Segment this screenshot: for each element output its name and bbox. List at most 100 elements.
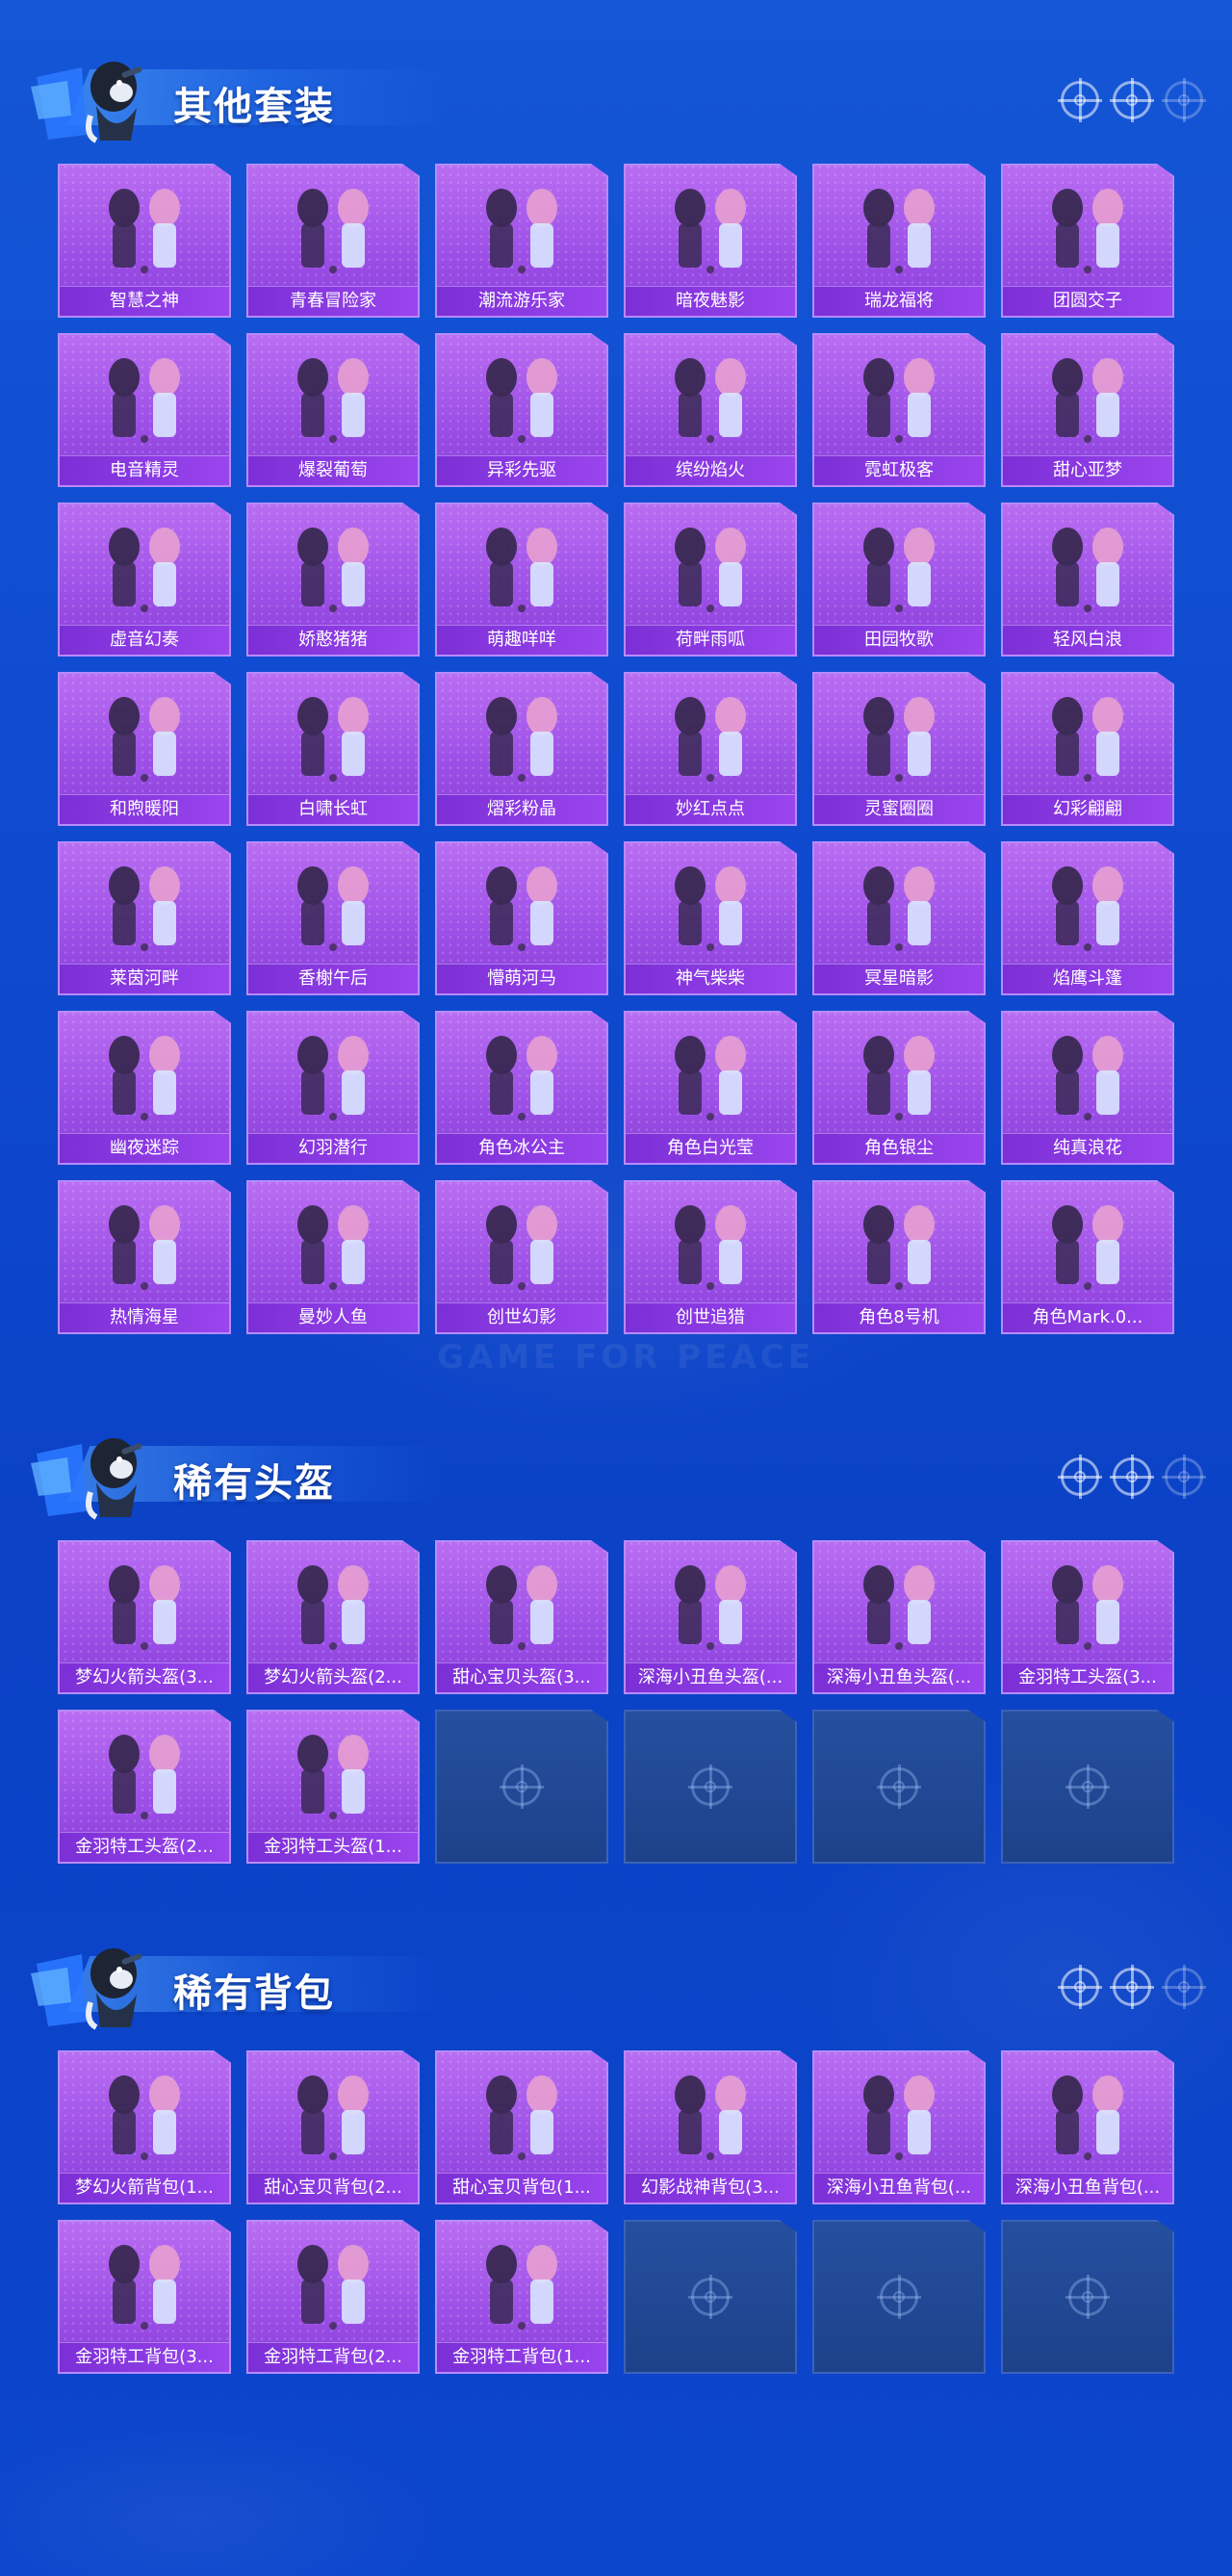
item-card[interactable]: 冥星暗影 xyxy=(812,841,986,995)
crosshair-icon xyxy=(1110,1455,1154,1499)
item-card[interactable]: 娇憨猪猪 xyxy=(246,502,420,657)
item-image xyxy=(91,1020,197,1126)
item-label: 角色8号机 xyxy=(814,1302,984,1332)
item-card[interactable]: 幻影战神背包(3... xyxy=(624,2050,797,2204)
item-card[interactable]: 角色8号机 xyxy=(812,1180,986,1334)
item-card[interactable]: 田园牧歌 xyxy=(812,502,986,657)
item-card[interactable]: 霓虹极客 xyxy=(812,333,986,487)
item-card[interactable]: 爆裂葡萄 xyxy=(246,333,420,487)
item-card[interactable]: 神气柴柴 xyxy=(624,841,797,995)
item-card[interactable]: 角色白光莹 xyxy=(624,1011,797,1165)
item-card[interactable]: 曼妙人鱼 xyxy=(246,1180,420,1334)
item-card[interactable]: 焰鹰斗篷 xyxy=(1001,841,1174,995)
item-card[interactable]: 深海小丑鱼头盔(... xyxy=(624,1540,797,1694)
item-card[interactable]: 纯真浪花 xyxy=(1001,1011,1174,1165)
item-card[interactable]: 智慧之神 xyxy=(58,164,231,318)
item-card[interactable]: 金羽特工背包(3... xyxy=(58,2220,231,2374)
item-card[interactable]: 深海小丑鱼背包(... xyxy=(1001,2050,1174,2204)
item-card[interactable]: 幻羽潜行 xyxy=(246,1011,420,1165)
item-card[interactable]: 金羽特工背包(2... xyxy=(246,2220,420,2374)
item-card[interactable]: 瑞龙福将 xyxy=(812,164,986,318)
item-card[interactable]: 甜心亚梦 xyxy=(1001,333,1174,487)
item-grid: 智慧之神 青春冒险家 潮流游乐家 暗夜魅影 瑞龙福将 团圆交子 电音精灵 爆裂葡… xyxy=(58,164,1174,1334)
item-card[interactable]: 金羽特工头盔(2... xyxy=(58,1710,231,1864)
item-card[interactable]: 灵蜜圈圈 xyxy=(812,672,986,826)
item-label: 瑞龙福将 xyxy=(814,286,984,316)
crosshair-icon xyxy=(1058,1455,1102,1499)
item-label: 白啸长虹 xyxy=(248,794,418,824)
item-card[interactable]: 角色Mark.0... xyxy=(1001,1180,1174,1334)
item-card[interactable]: 熠彩粉晶 xyxy=(435,672,608,826)
item-card[interactable]: 金羽特工头盔(1... xyxy=(246,1710,420,1864)
item-card[interactable]: 深海小丑鱼头盔(... xyxy=(812,1540,986,1694)
item-label: 荷畔雨呱 xyxy=(626,625,795,655)
item-image xyxy=(657,173,763,279)
item-card[interactable]: 潮流游乐家 xyxy=(435,164,608,318)
item-label: 爆裂葡萄 xyxy=(248,455,418,485)
item-card[interactable]: 和煦暖阳 xyxy=(58,672,231,826)
item-card[interactable]: 创世追猎 xyxy=(624,1180,797,1334)
item-card[interactable]: 电音精灵 xyxy=(58,333,231,487)
item-card[interactable]: 甜心宝贝头盔(3... xyxy=(435,1540,608,1694)
item-image xyxy=(91,1190,197,1296)
item-card[interactable]: 角色冰公主 xyxy=(435,1011,608,1165)
item-card[interactable]: 梦幻火箭头盔(2... xyxy=(246,1540,420,1694)
item-card[interactable]: 幽夜迷踪 xyxy=(58,1011,231,1165)
item-label: 纯真浪花 xyxy=(1003,1133,1172,1163)
item-label: 甜心宝贝头盔(3... xyxy=(437,1662,606,1692)
item-label: 金羽特工背包(2... xyxy=(248,2342,418,2372)
item-card[interactable]: 甜心宝贝背包(1... xyxy=(435,2050,608,2204)
item-label: 角色冰公主 xyxy=(437,1133,606,1163)
item-card[interactable]: 暗夜魅影 xyxy=(624,164,797,318)
item-card[interactable]: 懵萌河马 xyxy=(435,841,608,995)
item-card[interactable]: 妙红点点 xyxy=(624,672,797,826)
item-card[interactable]: 梦幻火箭头盔(3... xyxy=(58,1540,231,1694)
item-grid: 梦幻火箭背包(1... 甜心宝贝背包(2... 甜心宝贝背包(1... 幻影战神… xyxy=(58,2050,1174,2374)
item-card[interactable]: 缤纷焰火 xyxy=(624,333,797,487)
item-card[interactable]: 轻风白浪 xyxy=(1001,502,1174,657)
item-image xyxy=(657,1190,763,1296)
item-image xyxy=(846,851,952,957)
item-image xyxy=(469,682,575,787)
item-card[interactable]: 青春冒险家 xyxy=(246,164,420,318)
item-image xyxy=(1035,851,1141,957)
item-card[interactable]: 创世幻影 xyxy=(435,1180,608,1334)
item-card[interactable]: 白啸长虹 xyxy=(246,672,420,826)
crosshair-icon xyxy=(877,2275,921,2319)
item-card[interactable]: 团圆交子 xyxy=(1001,164,1174,318)
section-title: 稀有头盔 xyxy=(173,1461,335,1506)
empty-slot xyxy=(1001,2220,1174,2374)
item-card[interactable]: 热情海星 xyxy=(58,1180,231,1334)
item-card[interactable]: 幻彩翩翩 xyxy=(1001,672,1174,826)
empty-slot xyxy=(624,2220,797,2374)
item-card[interactable]: 梦幻火箭背包(1... xyxy=(58,2050,231,2204)
item-card[interactable]: 甜心宝贝背包(2... xyxy=(246,2050,420,2204)
item-card[interactable]: 异彩先驱 xyxy=(435,333,608,487)
item-image xyxy=(469,173,575,279)
empty-slot xyxy=(435,1710,608,1864)
item-image xyxy=(91,1550,197,1656)
watermark: GAME FOR PEACE xyxy=(437,1338,814,1377)
item-label: 电音精灵 xyxy=(60,455,229,485)
item-card[interactable]: 荷畔雨呱 xyxy=(624,502,797,657)
item-card[interactable]: 莱茵河畔 xyxy=(58,841,231,995)
item-image xyxy=(280,1190,386,1296)
item-card[interactable]: 角色银尘 xyxy=(812,1011,986,1165)
item-card[interactable]: 深海小丑鱼背包(... xyxy=(812,2050,986,2204)
item-card[interactable]: 金羽特工头盔(3... xyxy=(1001,1540,1174,1694)
item-label: 角色白光莹 xyxy=(626,1133,795,1163)
item-image xyxy=(1035,2060,1141,2166)
item-label: 热情海星 xyxy=(60,1302,229,1332)
item-card[interactable]: 虚音幻奏 xyxy=(58,502,231,657)
item-image xyxy=(469,2060,575,2166)
item-card[interactable]: 萌趣咩咩 xyxy=(435,502,608,657)
item-card[interactable]: 香榭午后 xyxy=(246,841,420,995)
item-image xyxy=(657,2060,763,2166)
item-image xyxy=(846,682,952,787)
item-card[interactable]: 金羽特工背包(1... xyxy=(435,2220,608,2374)
item-image xyxy=(1035,1190,1141,1296)
empty-slot xyxy=(812,2220,986,2374)
header-decor-icons xyxy=(1058,78,1206,123)
item-label: 异彩先驱 xyxy=(437,455,606,485)
item-label: 幻羽潜行 xyxy=(248,1133,418,1163)
